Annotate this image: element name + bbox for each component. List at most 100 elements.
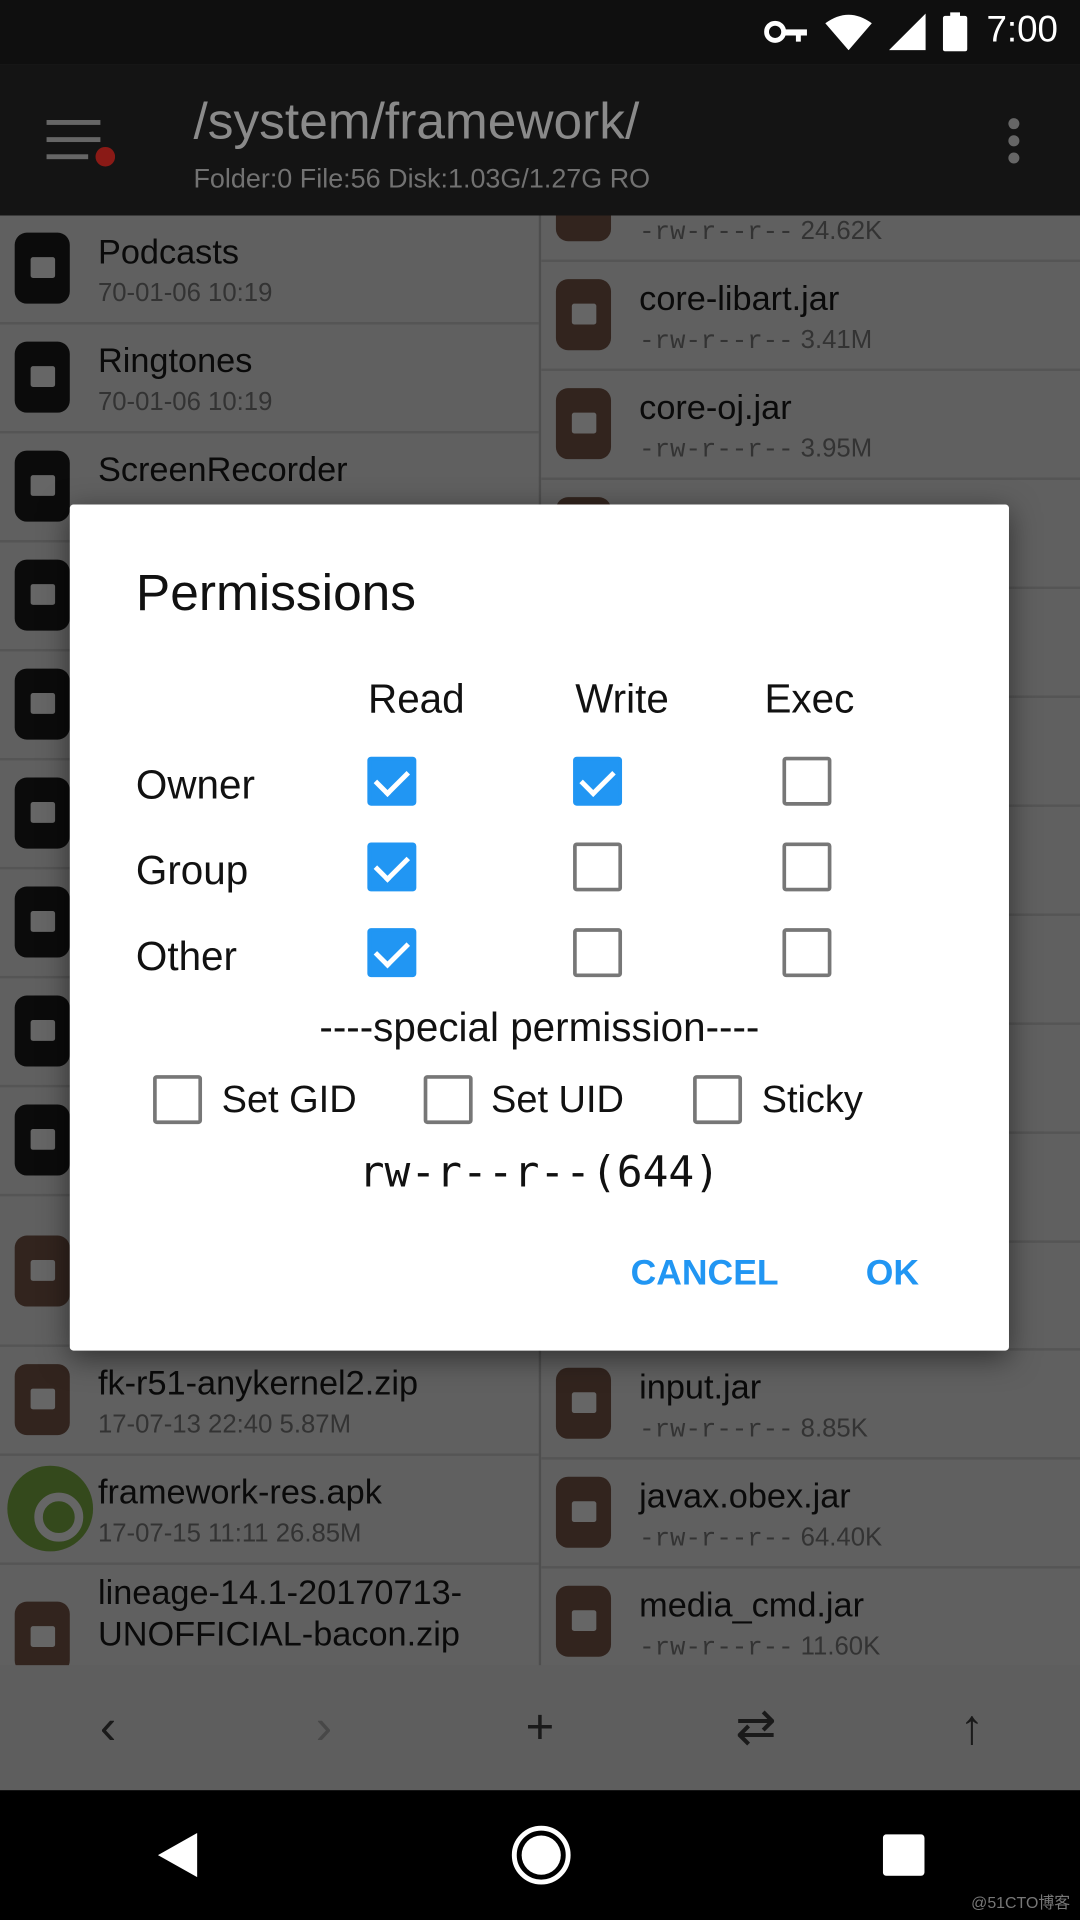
list-item[interactable]: Podcasts 70-01-06 10:19 bbox=[0, 216, 539, 325]
file-meta: -rw-r--r-- 11.60K bbox=[639, 1632, 881, 1663]
set-uid-checkbox[interactable] bbox=[423, 1075, 473, 1125]
file-name: ScreenRecorder bbox=[97, 450, 348, 489]
archive-icon bbox=[555, 215, 612, 242]
file-name: core-libart.jar bbox=[639, 279, 840, 318]
group-write-checkbox[interactable] bbox=[573, 842, 623, 892]
group-read-checkbox[interactable] bbox=[367, 842, 417, 892]
folder-icon bbox=[14, 559, 70, 631]
sticky-checkbox[interactable] bbox=[693, 1075, 743, 1125]
file-meta: -rw-r--r-- 3.41M bbox=[639, 325, 873, 357]
vpn-key-icon bbox=[764, 20, 807, 43]
folder-icon bbox=[14, 450, 70, 522]
file-meta: -rw-r--r-- 3.95M bbox=[639, 434, 873, 466]
row-other: Other bbox=[135, 933, 237, 979]
column-read: Read bbox=[368, 675, 465, 722]
add-icon[interactable]: + bbox=[491, 1700, 589, 1755]
archive-icon bbox=[14, 1235, 70, 1307]
file-name: Ringtones bbox=[97, 341, 253, 380]
dialog-title: Permissions bbox=[135, 563, 417, 621]
list-item[interactable]: core-oj.jar -rw-r--r-- 3.95M bbox=[541, 371, 1080, 481]
list-item[interactable]: core-libart.jar -rw-r--r-- 3.41M bbox=[541, 262, 1080, 372]
other-read-checkbox[interactable] bbox=[367, 928, 417, 978]
group-exec-checkbox[interactable] bbox=[782, 842, 832, 892]
list-item[interactable]: javax.obex.jar -rw-r--r-- 64.40K bbox=[541, 1460, 1080, 1569]
file-name: javax.obex.jar bbox=[639, 1476, 851, 1515]
up-icon[interactable]: ↑ bbox=[923, 1700, 1021, 1755]
folder-icon bbox=[14, 886, 70, 958]
permission-string: rw-r--r--(644) bbox=[358, 1148, 721, 1198]
file-name: input.jar bbox=[639, 1367, 762, 1406]
other-write-checkbox[interactable] bbox=[573, 928, 623, 978]
list-item[interactable]: framework-res.apk 17-07-15 11:11 26.85M bbox=[0, 1456, 539, 1565]
permissions-dialog: Permissions Read Write Exec Owner Group … bbox=[69, 504, 1009, 1351]
other-exec-checkbox[interactable] bbox=[782, 928, 832, 978]
path-title: /system/framework/ bbox=[193, 91, 640, 150]
archive-icon bbox=[555, 1367, 612, 1439]
file-name: lineage-14.1-20170713-UNOFFICIAL-bacon.z… bbox=[97, 1573, 463, 1654]
swap-icon[interactable]: ⇄ bbox=[707, 1700, 805, 1756]
folder-icon bbox=[14, 668, 70, 740]
menu-icon[interactable] bbox=[46, 120, 116, 171]
file-meta: -rw-r--r-- 64.40K bbox=[639, 1523, 883, 1554]
folder-icon bbox=[14, 777, 70, 849]
folder-icon bbox=[14, 995, 70, 1067]
file-meta: 17-07-13 22:40 5.87M bbox=[97, 1410, 352, 1439]
ok-button[interactable]: OK bbox=[866, 1254, 919, 1294]
list-item[interactable]: -rw-r--r-- 24.62K bbox=[541, 215, 1080, 263]
list-item[interactable]: fk-r51-anykernel2.zip 17-07-13 22:40 5.87… bbox=[0, 1347, 539, 1456]
file-meta: -rw-r--r-- 24.62K bbox=[639, 216, 883, 248]
archive-icon bbox=[555, 279, 612, 351]
archive-icon bbox=[555, 1476, 612, 1548]
sticky-label: Sticky bbox=[761, 1077, 863, 1121]
set-gid-checkbox[interactable] bbox=[153, 1075, 203, 1125]
file-meta: 70-01-06 10:19 bbox=[97, 388, 273, 417]
file-name: Podcasts bbox=[97, 232, 239, 271]
archive-icon bbox=[555, 1585, 612, 1657]
row-group: Group bbox=[135, 847, 249, 893]
owner-exec-checkbox[interactable] bbox=[782, 756, 832, 806]
file-name: media_cmd.jar bbox=[639, 1585, 865, 1624]
app-toolbar: /system/framework/ Folder:0 File:56 Disk… bbox=[0, 64, 1080, 216]
nav-home-icon[interactable] bbox=[511, 1824, 572, 1885]
list-item[interactable]: input.jar -rw-r--r-- 8.85K bbox=[541, 1351, 1080, 1460]
back-icon[interactable]: ‹ bbox=[59, 1700, 157, 1755]
set-uid-label: Set UID bbox=[491, 1077, 624, 1121]
file-meta: 17-07-15 11:11 26.85M bbox=[97, 1519, 362, 1548]
signal-icon bbox=[888, 13, 926, 51]
file-name: framework-res.apk bbox=[97, 1473, 382, 1512]
archive-icon bbox=[14, 1364, 70, 1436]
list-item[interactable]: media_cmd.jar -rw-r--r-- 11.60K bbox=[541, 1569, 1080, 1666]
forward-icon[interactable]: › bbox=[275, 1700, 373, 1755]
disk-info: Folder:0 File:56 Disk:1.03G/1.27G RO bbox=[193, 162, 651, 194]
set-gid-label: Set GID bbox=[221, 1077, 357, 1121]
file-name: core-oj.jar bbox=[639, 388, 792, 427]
column-write: Write bbox=[575, 675, 669, 722]
owner-read-checkbox[interactable] bbox=[367, 756, 417, 806]
archive-icon bbox=[555, 388, 612, 460]
list-item[interactable]: Ringtones 70-01-06 10:19 bbox=[0, 324, 539, 434]
status-bar: 7:00 bbox=[0, 0, 1080, 65]
file-name: fk-r51-anykernel2.zip bbox=[97, 1364, 419, 1403]
file-meta: -rw-r--r-- 8.85K bbox=[639, 1414, 868, 1445]
folder-icon bbox=[14, 232, 70, 304]
file-meta: 70-01-06 10:19 bbox=[97, 279, 273, 308]
nav-recents-icon[interactable] bbox=[882, 1834, 925, 1876]
cancel-button[interactable]: CANCEL bbox=[631, 1254, 779, 1294]
nav-back-icon[interactable] bbox=[156, 1831, 200, 1880]
wifi-icon bbox=[825, 14, 872, 51]
folder-icon bbox=[14, 1104, 70, 1176]
watermark: @51CTO博客 bbox=[971, 1893, 1071, 1912]
archive-icon bbox=[14, 1601, 70, 1666]
battery-icon bbox=[942, 12, 968, 52]
settings-apk-icon bbox=[7, 1465, 94, 1552]
list-item[interactable]: lineage-14.1-20170713-UNOFFICIAL-bacon.z… bbox=[0, 1565, 539, 1666]
special-permission-label: ----special permission---- bbox=[319, 1004, 760, 1050]
bottom-toolbar: ‹ › + ⇄ ↑ bbox=[0, 1665, 1080, 1791]
more-options-icon[interactable] bbox=[1007, 118, 1022, 165]
system-nav-bar bbox=[0, 1790, 1080, 1920]
clock: 7:00 bbox=[986, 9, 1058, 51]
column-exec: Exec bbox=[764, 675, 855, 722]
folder-icon bbox=[14, 341, 70, 413]
row-owner: Owner bbox=[135, 761, 255, 807]
owner-write-checkbox[interactable] bbox=[573, 756, 623, 806]
